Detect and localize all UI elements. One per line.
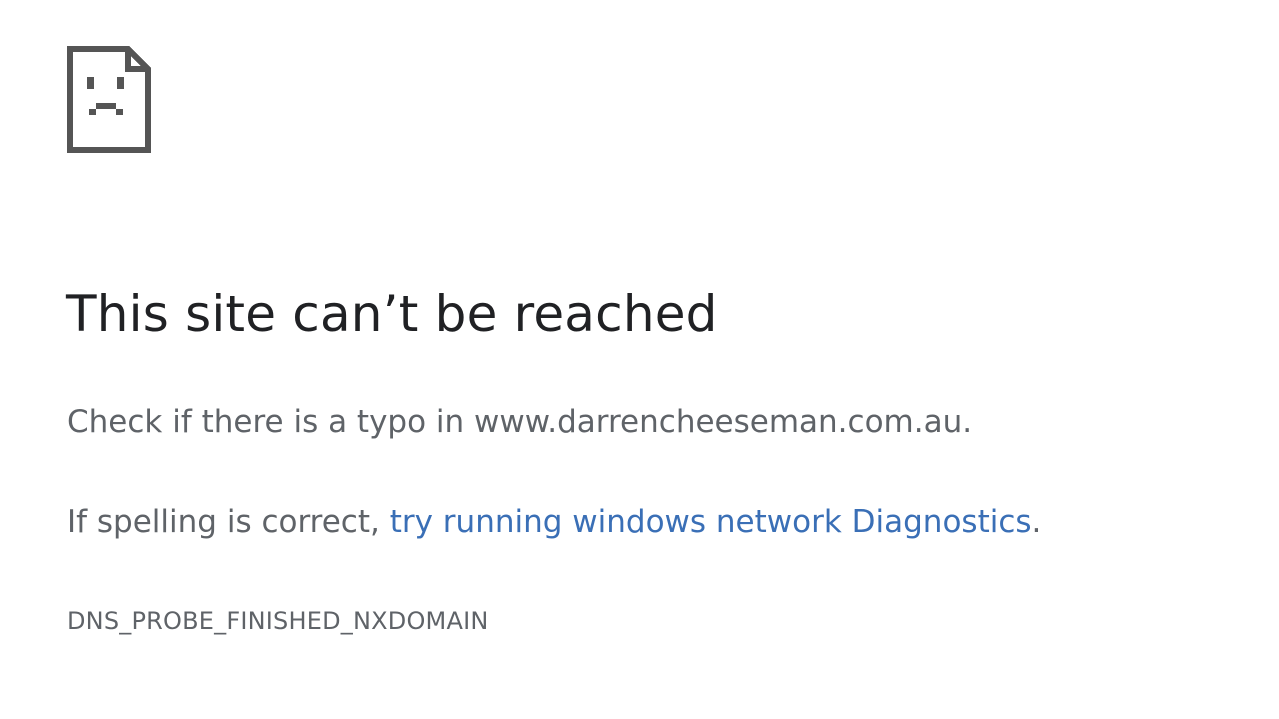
sad-page-icon [66,45,152,154]
error-code[interactable]: DNS_PROBE_FINISHED_NXDOMAIN [67,603,489,639]
typo-hint: Check if there is a typo in www.darrench… [67,404,973,440]
network-diagnostics-link[interactable]: try running windows network Diagnostics [390,504,1032,540]
spelling-hint-suffix: . [1031,504,1042,540]
page-title: This site can’t be reached [66,285,718,343]
spelling-hint-prefix: If spelling is correct, [67,504,390,540]
spelling-hint: If spelling is correct, try running wind… [67,500,1041,544]
error-page: This site can’t be reached Check if ther… [0,0,1279,719]
